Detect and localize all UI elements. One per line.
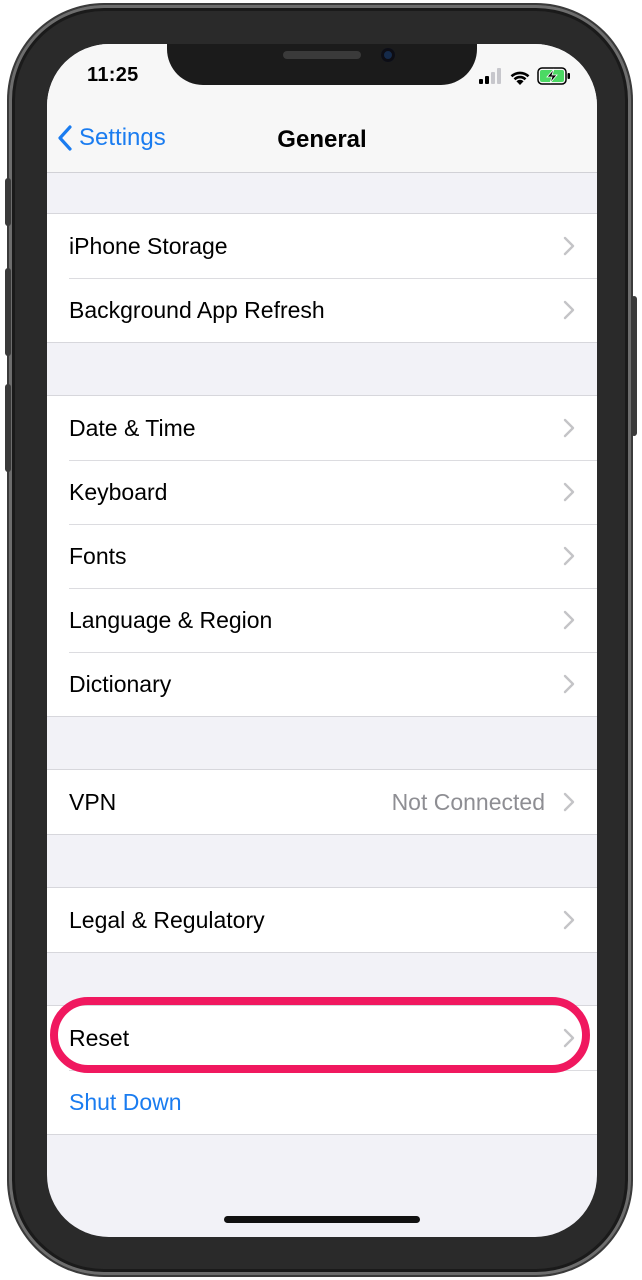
chevron-right-icon (563, 910, 575, 930)
row-label: Language & Region (69, 606, 273, 633)
chevron-right-icon (563, 610, 575, 630)
front-camera (381, 48, 395, 62)
row-reset[interactable]: Reset (47, 1006, 597, 1070)
wifi-icon (510, 71, 530, 85)
home-indicator[interactable] (224, 1216, 420, 1223)
settings-group-legal: Legal & Regulatory (47, 887, 597, 953)
row-legal-regulatory[interactable]: Legal & Regulatory (47, 888, 597, 952)
navigation-bar: Settings General (47, 104, 597, 173)
volume-up-button (5, 268, 11, 356)
chevron-right-icon (563, 236, 575, 256)
row-label: iPhone Storage (69, 232, 228, 259)
notch (167, 44, 477, 85)
vpn-status-value: Not Connected (391, 788, 545, 815)
row-label: Date & Time (69, 414, 196, 441)
chevron-right-icon (563, 300, 575, 320)
settings-group-reset: Reset Shut Down (47, 1005, 597, 1135)
shut-down-label: Shut Down (69, 1088, 182, 1115)
row-label: Keyboard (69, 478, 168, 505)
row-language-region[interactable]: Language & Region (47, 588, 597, 652)
row-label: Fonts (69, 542, 127, 569)
row-label: Legal & Regulatory (69, 906, 265, 933)
row-vpn[interactable]: VPN Not Connected (47, 770, 597, 834)
row-date-time[interactable]: Date & Time (47, 396, 597, 460)
chevron-right-icon (563, 1028, 575, 1048)
row-label: Reset (69, 1024, 130, 1051)
action-button (5, 178, 11, 226)
row-fonts[interactable]: Fonts (47, 524, 597, 588)
power-button (631, 296, 637, 436)
status-bar: 11:25 (47, 44, 597, 104)
shut-down-button[interactable]: Shut Down (47, 1070, 597, 1134)
volume-down-button (5, 384, 11, 472)
settings-list: iPhone Storage Background App Refresh Da… (47, 173, 597, 1135)
row-label: VPN (69, 788, 117, 815)
status-time: 11:25 (87, 64, 139, 86)
row-background-app-refresh[interactable]: Background App Refresh (47, 278, 597, 342)
row-iphone-storage[interactable]: iPhone Storage (47, 214, 597, 278)
battery-charging-icon (537, 67, 570, 85)
chevron-right-icon (563, 546, 575, 566)
settings-group-locale: Date & Time Keyboard Fonts Language & Re… (47, 395, 597, 717)
row-label: Dictionary (69, 670, 172, 697)
cellular-signal-icon (479, 68, 501, 84)
chevron-right-icon (563, 482, 575, 502)
chevron-right-icon (563, 792, 575, 812)
screen: 11:25 Settings General iPhone Storage Ba… (47, 44, 597, 1237)
row-dictionary[interactable]: Dictionary (47, 652, 597, 716)
row-label: Background App Refresh (69, 296, 325, 323)
status-icons (479, 66, 571, 86)
chevron-right-icon (563, 674, 575, 694)
page-title: General (277, 126, 367, 153)
chevron-right-icon (563, 418, 575, 438)
settings-group-vpn: VPN Not Connected (47, 769, 597, 835)
earpiece-speaker (283, 51, 361, 59)
settings-group-storage: iPhone Storage Background App Refresh (47, 213, 597, 343)
row-keyboard[interactable]: Keyboard (47, 460, 597, 524)
